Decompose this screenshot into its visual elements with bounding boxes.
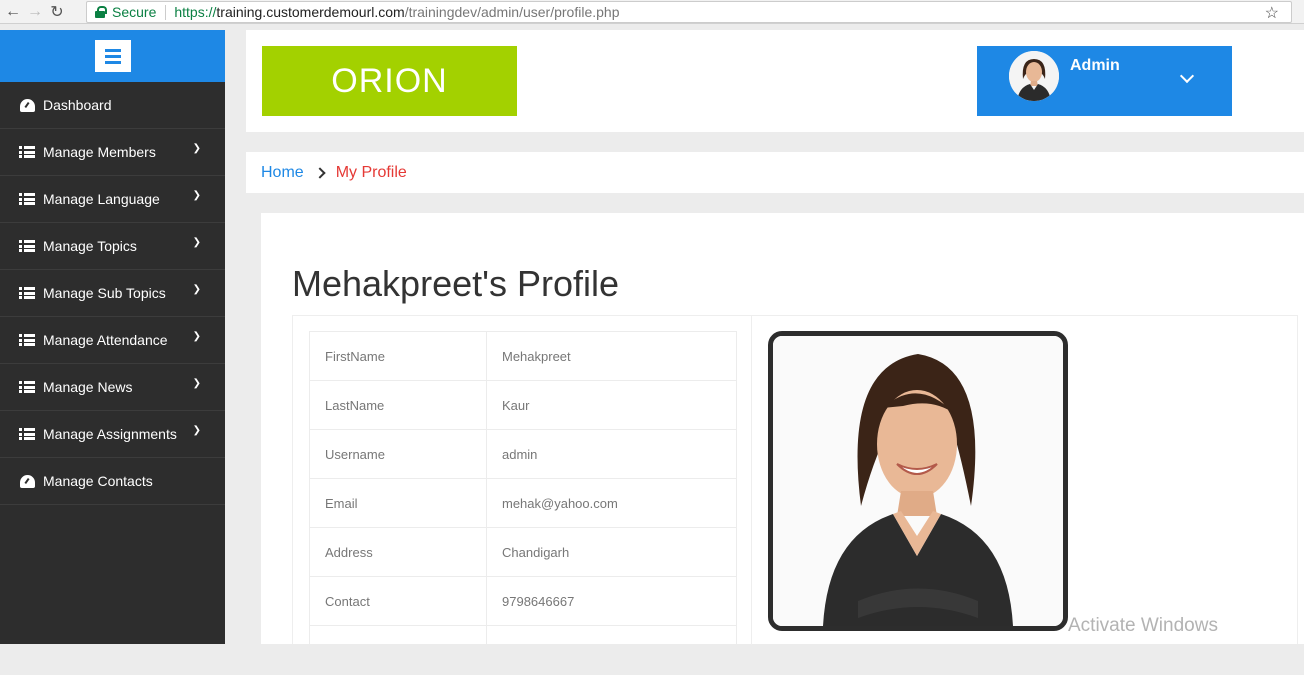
chevron-right-icon: ❯: [192, 331, 201, 342]
field-value: [486, 625, 737, 675]
field-label: Username: [309, 429, 487, 479]
chevron-right-icon: ❯: [192, 143, 201, 154]
address-bar[interactable]: Secure https://training.customerdemourl.…: [86, 1, 1292, 23]
list-icon: [19, 193, 35, 205]
table-row: FirstName Mehakpreet: [309, 331, 737, 381]
field-label: FirstName: [309, 331, 487, 381]
orion-logo[interactable]: ORION: [262, 46, 517, 116]
breadcrumb-current: My Profile: [335, 163, 407, 181]
sidebar-item-manage-members[interactable]: Manage Members ❯: [0, 129, 225, 176]
sidebar-item-label: Dashboard: [43, 97, 112, 113]
list-icon: [19, 334, 35, 346]
field-value: Mehakpreet: [486, 331, 737, 381]
back-icon[interactable]: ←: [2, 1, 24, 23]
breadcrumb-home-link[interactable]: Home: [261, 164, 304, 182]
chevron-right-icon: ❯: [192, 284, 201, 295]
table-row: [309, 625, 737, 675]
top-header: ORION Admin: [246, 30, 1304, 132]
sidebar-item-label: Manage Members: [43, 144, 156, 160]
sidebar-item-dashboard[interactable]: Dashboard: [0, 82, 225, 129]
sidebar-item-label: Manage Contacts: [43, 473, 153, 489]
chevron-right-icon: ❯: [192, 425, 201, 436]
table-row: Email mehak@yahoo.com: [309, 478, 737, 528]
field-value: Kaur: [486, 380, 737, 430]
sidebar-item-manage-assignments[interactable]: Manage Assignments ❯: [0, 411, 225, 458]
table-row: LastName Kaur: [309, 380, 737, 430]
sidebar-item-label: Manage Attendance: [43, 332, 168, 348]
profile-photo: [768, 331, 1068, 631]
sidebar-item-label: Manage Topics: [43, 238, 137, 254]
sidebar-item-manage-language[interactable]: Manage Language ❯: [0, 176, 225, 223]
sidebar-item-label: Manage Sub Topics: [43, 285, 166, 301]
profile-details-table: FirstName Mehakpreet LastName Kaur Username a…: [309, 331, 737, 675]
forward-icon[interactable]: →: [24, 1, 46, 23]
table-row: Contact 9798646667: [309, 576, 737, 626]
page-title: Mehakpreet's Profile: [292, 263, 620, 304]
field-value: 9798646667: [486, 576, 737, 626]
chevron-right-icon: ❯: [192, 190, 201, 201]
field-value: Chandigarh: [486, 527, 737, 577]
secure-label: Secure: [112, 4, 157, 20]
url-path: /trainingdev/admin/user/profile.php: [404, 4, 620, 20]
reload-icon[interactable]: ↻: [46, 1, 68, 23]
list-icon: [19, 381, 35, 393]
list-icon: [19, 428, 35, 440]
field-label: LastName: [309, 380, 487, 430]
user-avatar: [1009, 51, 1059, 101]
chevron-right-icon: [314, 166, 326, 179]
list-icon: [19, 287, 35, 299]
hamburger-menu-icon[interactable]: [94, 40, 131, 72]
table-row: Username admin: [309, 429, 737, 479]
sidebar-header: [0, 30, 225, 82]
chevron-right-icon: ❯: [192, 237, 201, 248]
field-label: Email: [309, 478, 487, 528]
user-name: Admin: [1070, 57, 1120, 74]
column-divider: [751, 316, 752, 645]
bookmark-star-icon[interactable]: ☆: [1265, 3, 1279, 23]
dashboard-icon: [19, 98, 35, 112]
sidebar-item-manage-topics[interactable]: Manage Topics ❯: [0, 223, 225, 270]
sidebar-item-manage-contacts[interactable]: Manage Contacts: [0, 458, 225, 505]
sidebar-menu: Dashboard Manage Members ❯ Manage Language ❯…: [0, 82, 225, 505]
windows-activation-watermark: Activate Windows: [1068, 615, 1218, 636]
browser-toolbar: ← → ↻ Secure https://training.customerde…: [0, 0, 1304, 24]
sidebar: Dashboard Manage Members ❯ Manage Language ❯…: [0, 30, 225, 644]
field-label: [309, 625, 487, 675]
sidebar-item-manage-sub-topics[interactable]: Manage Sub Topics ❯: [0, 270, 225, 317]
profile-panel: FirstName Mehakpreet LastName Kaur Username a…: [292, 315, 1298, 675]
sidebar-item-label: Manage Language: [43, 191, 160, 207]
lock-icon: [95, 6, 107, 18]
chevron-right-icon: ❯: [192, 378, 201, 389]
breadcrumb: Home My Profile: [246, 152, 1304, 193]
field-label: Address: [309, 527, 487, 577]
url-host: training.customerdemourl.com: [216, 4, 405, 20]
list-icon: [19, 240, 35, 252]
sidebar-item-label: Manage News: [43, 379, 133, 395]
user-menu[interactable]: Admin: [977, 46, 1232, 116]
main-content: Mehakpreet's Profile FirstName Mehakpreet…: [261, 213, 1304, 675]
field-label: Contact: [309, 576, 487, 626]
field-value: mehak@yahoo.com: [486, 478, 737, 528]
list-icon: [19, 146, 35, 158]
sidebar-item-manage-attendance[interactable]: Manage Attendance ❯: [0, 317, 225, 364]
sidebar-item-manage-news[interactable]: Manage News ❯: [0, 364, 225, 411]
dashboard-icon: [19, 474, 35, 488]
url-divider: [165, 4, 167, 20]
table-row: Address Chandigarh: [309, 527, 737, 577]
chevron-down-icon[interactable]: [1179, 68, 1195, 84]
url-scheme: https://: [174, 4, 217, 20]
sidebar-item-label: Manage Assignments: [43, 426, 177, 442]
field-value: admin: [486, 429, 737, 479]
